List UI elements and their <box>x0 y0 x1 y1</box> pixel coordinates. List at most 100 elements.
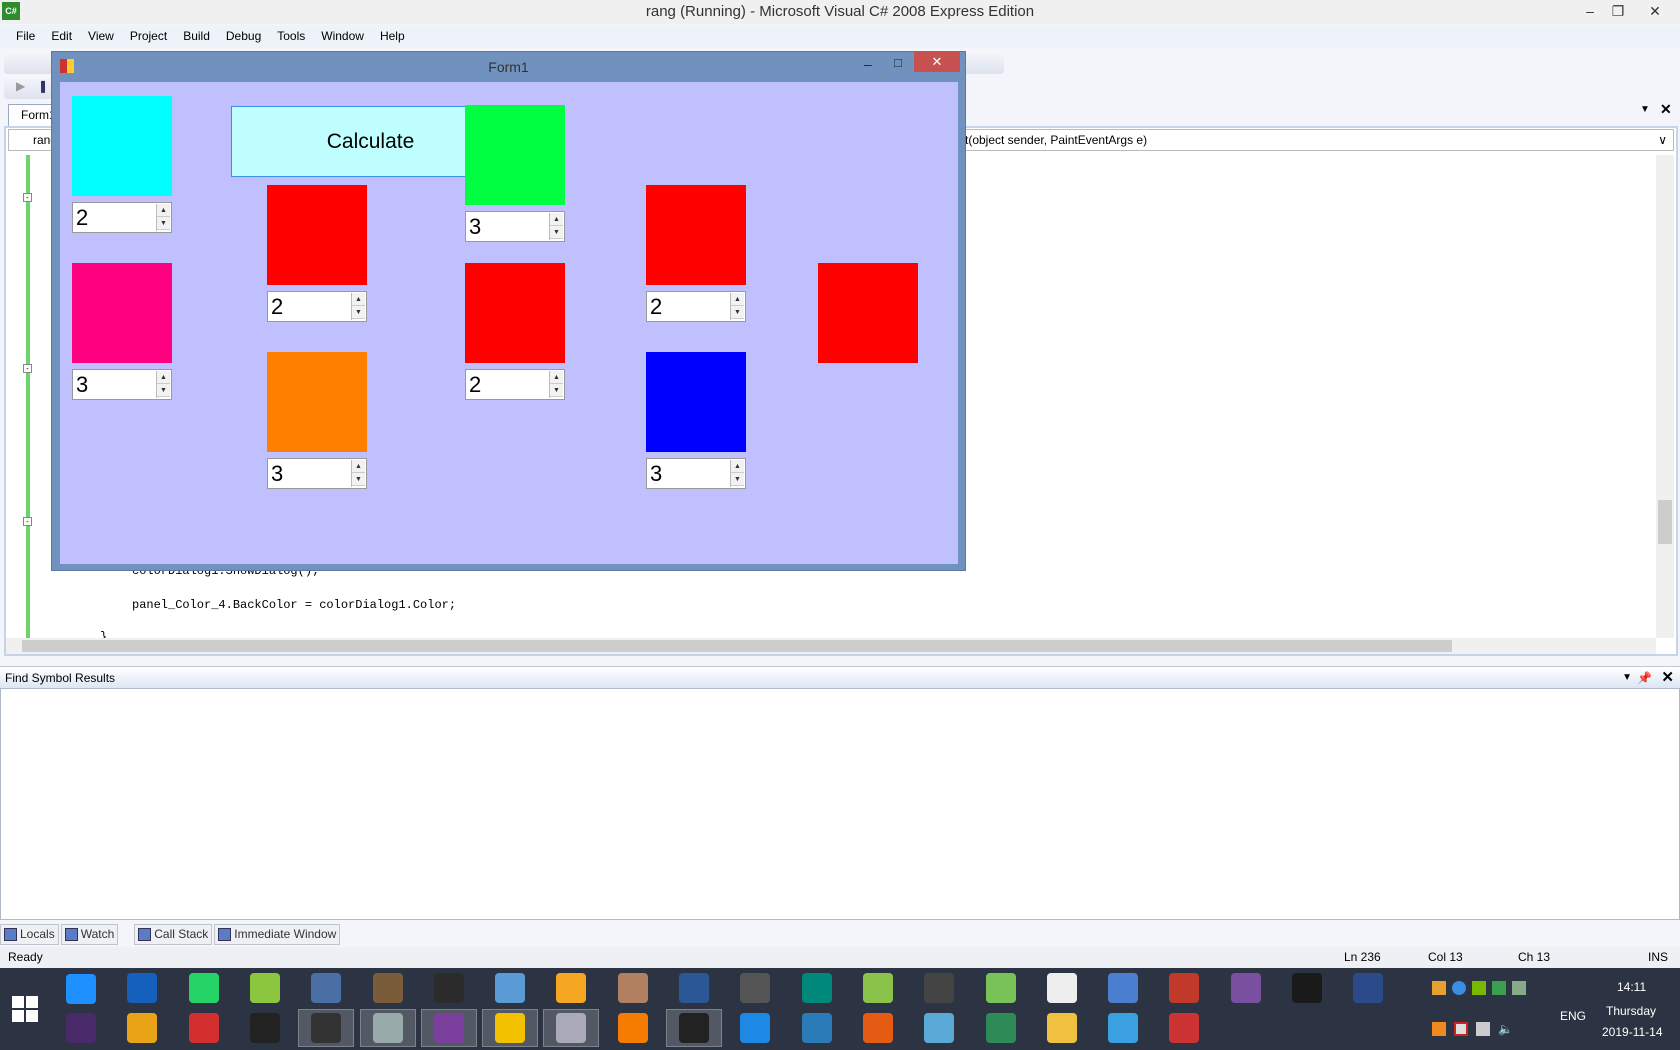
collapse-icon[interactable]: - <box>23 364 32 373</box>
spin-up-icon[interactable]: ▲ <box>731 460 744 473</box>
tab-dropdown-icon[interactable]: ▼ <box>1640 104 1650 115</box>
panel-color-red[interactable] <box>818 263 918 363</box>
panel-color-magenta[interactable] <box>72 263 172 363</box>
collapse-icon[interactable]: - <box>23 517 32 526</box>
close-icon[interactable]: ✕ <box>1661 667 1674 689</box>
collapse-icon[interactable]: - <box>23 193 32 202</box>
menu-view[interactable]: View <box>80 25 122 48</box>
taskbar-app-icon[interactable] <box>801 1013 832 1043</box>
taskbar-app-icon[interactable] <box>556 1013 587 1043</box>
clock-day[interactable]: Thursday <box>1606 1004 1656 1018</box>
taskbar-app-icon[interactable] <box>1169 1013 1200 1043</box>
start-button[interactable] <box>12 996 38 1022</box>
spin-down-icon[interactable]: ▼ <box>157 217 170 230</box>
pinned-app-icon[interactable] <box>924 973 955 1003</box>
menu-project[interactable]: Project <box>122 25 175 48</box>
spin-down-icon[interactable]: ▼ <box>550 384 563 397</box>
numeric-updown[interactable]: 2 ▲ ▼ <box>646 291 746 322</box>
pinned-app-icon[interactable] <box>311 973 342 1003</box>
minimize-button[interactable]: – <box>1575 0 1605 22</box>
network-error-icon[interactable] <box>1454 1022 1468 1036</box>
tab-watch[interactable]: Watch <box>60 924 119 945</box>
taskbar-app-icon[interactable] <box>495 1013 526 1043</box>
menu-window[interactable]: Window <box>313 25 372 48</box>
form-minimize-button[interactable]: – <box>864 56 872 72</box>
tray-icon[interactable] <box>1432 981 1446 995</box>
member-combo[interactable]: t(object sender, PaintEventArgs e) ∨ <box>900 129 1674 151</box>
numeric-updown[interactable]: 2 ▲ ▼ <box>267 291 367 322</box>
spin-down-icon[interactable]: ▼ <box>550 226 563 239</box>
tray-icon[interactable] <box>1512 981 1526 995</box>
taskbar-app-icon[interactable] <box>1046 1013 1077 1043</box>
numeric-updown[interactable]: 2 ▲ ▼ <box>465 369 565 400</box>
taskbar-app-icon[interactable] <box>924 1013 955 1043</box>
menu-tools[interactable]: Tools <box>269 25 313 48</box>
taskbar-app-icon[interactable] <box>862 1013 893 1043</box>
pinned-app-icon[interactable] <box>495 973 526 1003</box>
taskbar-app-icon[interactable] <box>1108 1013 1139 1043</box>
spin-buttons[interactable]: ▲ ▼ <box>549 213 563 240</box>
panel-color-red[interactable] <box>267 185 367 285</box>
spin-up-icon[interactable]: ▲ <box>352 460 365 473</box>
pinned-app-icon[interactable] <box>1169 973 1200 1003</box>
pinned-app-icon[interactable] <box>1108 973 1139 1003</box>
horizontal-scrollbar[interactable] <box>6 638 1656 654</box>
dropdown-icon[interactable]: ▼ <box>1622 667 1632 689</box>
taskbar-app-icon[interactable] <box>617 1013 648 1043</box>
panel-color-red[interactable] <box>465 263 565 363</box>
continue-icon[interactable]: ▶ <box>16 79 25 93</box>
spin-buttons[interactable]: ▲ ▼ <box>730 293 744 320</box>
pinned-app-icon[interactable] <box>862 973 893 1003</box>
menu-build[interactable]: Build <box>175 25 218 48</box>
pinned-app-icon[interactable] <box>740 973 771 1003</box>
pinned-app-icon[interactable] <box>1046 973 1077 1003</box>
tab-locals[interactable]: Locals <box>0 924 59 945</box>
scroll-thumb[interactable] <box>22 640 1452 652</box>
tray-icon[interactable] <box>1492 981 1506 995</box>
panel-color-blue[interactable] <box>646 352 746 452</box>
tab-immediate-window[interactable]: Immediate Window <box>214 924 341 945</box>
language-indicator[interactable]: ENG <box>1560 1009 1586 1023</box>
pinned-app-icon[interactable] <box>985 973 1016 1003</box>
menu-help[interactable]: Help <box>372 25 413 48</box>
panel-color-green[interactable] <box>465 105 565 205</box>
taskbar-app-icon[interactable] <box>188 1013 219 1043</box>
spin-buttons[interactable]: ▲ ▼ <box>730 460 744 487</box>
pinned-app-icon[interactable] <box>1230 973 1261 1003</box>
info-icon[interactable] <box>1452 981 1466 995</box>
spin-up-icon[interactable]: ▲ <box>352 293 365 306</box>
action-center-icon[interactable] <box>1432 1022 1446 1036</box>
pinned-app-icon[interactable] <box>188 973 219 1003</box>
spin-down-icon[interactable]: ▼ <box>352 473 365 486</box>
taskbar-app-icon[interactable] <box>249 1013 280 1043</box>
pinned-app-icon[interactable] <box>1353 973 1384 1003</box>
numeric-updown[interactable]: 3 ▲ ▼ <box>267 458 367 489</box>
pinned-app-icon[interactable] <box>66 974 96 1004</box>
pinned-app-icon[interactable] <box>801 973 832 1003</box>
taskbar-app-icon[interactable] <box>740 1013 771 1043</box>
pinned-app-icon[interactable] <box>679 973 709 1003</box>
close-doc-icon[interactable]: ✕ <box>1660 101 1672 118</box>
volume-icon[interactable]: 🔈 <box>1498 1022 1513 1036</box>
form-close-button[interactable]: ✕ <box>914 52 960 72</box>
spin-buttons[interactable]: ▲ ▼ <box>156 371 170 398</box>
spin-down-icon[interactable]: ▼ <box>352 306 365 319</box>
restore-button[interactable]: ❐ <box>1603 0 1633 22</box>
numeric-updown[interactable]: 3 ▲ ▼ <box>72 369 172 400</box>
spin-up-icon[interactable]: ▲ <box>550 371 563 384</box>
spin-buttons[interactable]: ▲ ▼ <box>549 371 563 398</box>
numeric-updown[interactable]: 3 ▲ ▼ <box>465 211 565 242</box>
spin-down-icon[interactable]: ▼ <box>157 384 170 397</box>
form-maximize-button[interactable]: □ <box>894 55 902 70</box>
spin-up-icon[interactable]: ▲ <box>550 213 563 226</box>
menu-edit[interactable]: Edit <box>43 25 80 48</box>
spin-buttons[interactable]: ▲ ▼ <box>351 460 365 487</box>
nvidia-icon[interactable] <box>1472 981 1486 995</box>
pinned-app-icon[interactable] <box>556 973 587 1003</box>
pinned-app-icon[interactable] <box>372 973 403 1003</box>
vertical-scrollbar[interactable] <box>1656 155 1674 638</box>
pinned-app-icon[interactable] <box>249 973 280 1003</box>
panel-color-cyan[interactable] <box>72 96 172 196</box>
pin-icon[interactable]: 📌 <box>1637 667 1652 689</box>
taskbar-app-icon[interactable] <box>433 1013 464 1043</box>
